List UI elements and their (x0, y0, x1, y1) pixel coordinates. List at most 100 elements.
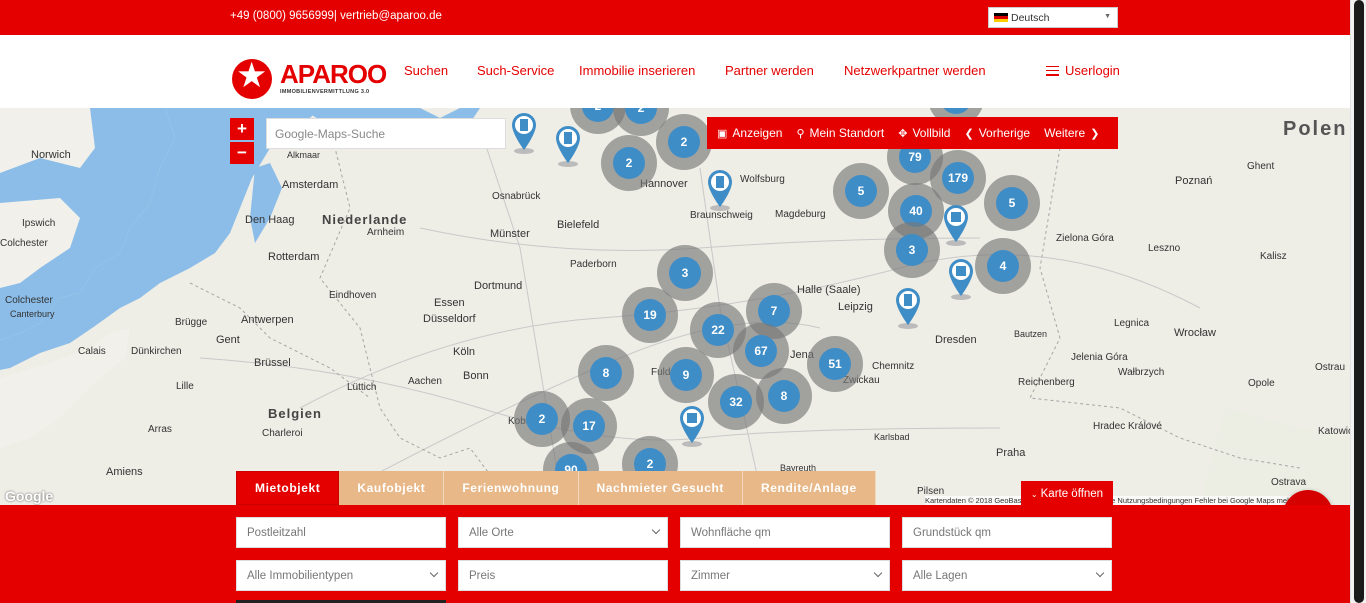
property-pin-icon[interactable] (942, 204, 970, 246)
language-label: Deutsch (1011, 11, 1050, 24)
orte-select[interactable]: Alle Orte (458, 517, 668, 548)
tab-ferienwohnung[interactable]: Ferienwohnung (444, 471, 579, 505)
map-label: Praha (996, 447, 1026, 459)
google-maps-search-input[interactable] (266, 118, 506, 149)
zoom-out-button[interactable]: − (230, 142, 254, 164)
map-label: Bonn (463, 370, 489, 382)
anzeigen-label: Anzeigen (732, 126, 783, 140)
map-label: Amiens (106, 466, 143, 478)
map-cluster[interactable]: 19 (622, 287, 678, 343)
vollbild-button[interactable]: ✥ Vollbild (898, 126, 950, 140)
map-label: Braunschweig (690, 210, 753, 221)
scrollbar[interactable] (1350, 0, 1366, 603)
anzeigen-button[interactable]: ▣ Anzeigen (717, 126, 782, 140)
map-label: Canterbury (10, 309, 55, 319)
tab-nachmieter-gesucht[interactable]: Nachmieter Gesucht (578, 471, 744, 505)
nav-such-service[interactable]: Such-Service (477, 63, 554, 78)
map-label: Polen (1283, 118, 1348, 140)
vorherige-label: Vorherige (978, 126, 1031, 140)
property-pin-icon[interactable] (510, 112, 538, 154)
map-cluster[interactable]: 5 (984, 175, 1040, 231)
property-pin-icon[interactable] (894, 287, 922, 329)
chevron-down-icon (429, 568, 439, 578)
mein-standort-button[interactable]: ⚲ Mein Standort (796, 126, 884, 140)
tab-rendite-anlage[interactable]: Rendite/Anlage (743, 471, 876, 505)
map-label: Rotterdam (268, 251, 320, 263)
logo-tagline: IMMOBILIENVERMITTLUNG 3.0 (280, 89, 370, 95)
grundstueck-input[interactable]: Grundstück qm (902, 517, 1112, 548)
logo[interactable]: APAROO IMMOBILIENVERMITTLUNG 3.0 (232, 56, 387, 99)
property-pin-icon[interactable] (554, 125, 582, 167)
map-cluster[interactable]: 5 (833, 163, 889, 219)
map-label: Karlsbad (874, 432, 910, 442)
map-label: Kalisz (1260, 251, 1287, 262)
tab-kaufobjekt[interactable]: Kaufobjekt (339, 471, 445, 505)
star-logo-icon (232, 56, 272, 99)
map-label: Alkmaar (287, 150, 321, 160)
map-label: Legnica (1114, 318, 1150, 329)
nav-partner-werden[interactable]: Partner werden (725, 63, 814, 78)
zoom-in-button[interactable]: + (230, 118, 254, 140)
map-label: Osnabrück (492, 191, 541, 202)
userlogin-label: Userlogin (1065, 63, 1120, 78)
map-label: Düsseldorf (423, 313, 476, 325)
nav-suchen[interactable]: Suchen (404, 63, 448, 78)
nav-immobilie-inserieren[interactable]: Immobilie inserieren (579, 63, 695, 78)
postleitzahl-input[interactable]: Postleitzahl (236, 517, 446, 548)
zimmer-select[interactable]: Zimmer (680, 560, 890, 591)
chevron-down-icon (651, 525, 661, 535)
weitere-button[interactable]: Weitere ❯ (1044, 126, 1104, 140)
map-cluster[interactable]: 32 (708, 374, 764, 430)
map-cluster[interactable]: 8 (578, 345, 634, 401)
image-icon: ▣ (717, 127, 728, 140)
property-pin-icon[interactable] (678, 405, 706, 447)
contact-info[interactable]: +49 (0800) 9656999| vertrieb@aparoo.de (230, 10, 442, 22)
map-cluster[interactable]: 8 (756, 368, 812, 424)
map-label: Lille (176, 381, 194, 392)
chevron-right-icon: ❯ (1090, 127, 1100, 140)
map-cluster[interactable]: 4 (975, 238, 1031, 294)
map-cluster[interactable]: 51 (807, 336, 863, 392)
wohnflaeche-input[interactable]: Wohnfläche qm (680, 517, 890, 548)
listing-tabs: Mietobjekt Kaufobjekt Ferienwohnung Nach… (236, 471, 876, 505)
hamburger-icon (1046, 65, 1059, 76)
map[interactable]: Norwich Alkmaar Amsterdam Niederlande De… (0, 108, 1350, 505)
lagen-select[interactable]: Alle Lagen (902, 560, 1112, 591)
property-pin-icon[interactable] (706, 169, 734, 211)
map-label: Wolfsburg (740, 174, 785, 185)
map-cluster[interactable]: 3 (884, 222, 940, 278)
property-pin-icon[interactable] (947, 258, 975, 300)
preis-input[interactable]: Preis (458, 560, 668, 591)
map-label: Chemnitz (872, 361, 915, 372)
map-label: Belgien (268, 406, 322, 421)
karte-oeffnen-button[interactable]: ⌄ Karte öffnen (1021, 481, 1113, 505)
top-bar: +49 (0800) 9656999| vertrieb@aparoo.de D… (0, 0, 1350, 35)
vorherige-button[interactable]: ❮ Vorherige (964, 126, 1030, 140)
immobilientypen-select[interactable]: Alle Immobilientypen (236, 560, 446, 591)
mein-standort-label: Mein Standort (809, 126, 885, 140)
map-label: Reichenberg (1018, 377, 1075, 388)
google-logo: Google (5, 488, 54, 504)
map-label: Charleroi (262, 428, 303, 439)
map-cluster[interactable]: 9 (658, 347, 714, 403)
map-label: Amsterdam (282, 179, 339, 191)
scrollbar-thumb[interactable] (1354, 0, 1364, 603)
map-label: Leszno (1148, 243, 1181, 254)
chevron-down-icon (873, 568, 883, 578)
map-cluster[interactable]: 2 (656, 114, 712, 170)
map-label: Arras (148, 424, 172, 435)
map-label: Antwerpen (241, 314, 294, 326)
map-label: Hradec Králové (1093, 421, 1162, 432)
nav-netzwerkpartner-werden[interactable]: Netzwerkpartner werden (844, 63, 986, 78)
map-label: Dortmund (474, 280, 523, 292)
tab-mietobjekt[interactable]: Mietobjekt (236, 471, 340, 505)
language-select[interactable]: Deutsch ▼ (988, 7, 1118, 28)
map-label: Niederlande (322, 212, 408, 227)
userlogin-button[interactable]: Userlogin (1046, 63, 1120, 78)
search-form: Postleitzahl Alle Orte Wohnfläche qm Gru… (0, 505, 1350, 603)
map-label: Poznań (1175, 175, 1213, 187)
location-pin-icon: ⚲ (796, 127, 805, 140)
map-cluster[interactable]: 2 (601, 135, 657, 191)
map-attribution[interactable]: Kartendaten © 2018 GeoBasis-DE/BKG (©200… (925, 496, 1302, 505)
map-toolbar: ▣ Anzeigen ⚲ Mein Standort ✥ Vollbild ❮ Vorh… (707, 117, 1118, 149)
